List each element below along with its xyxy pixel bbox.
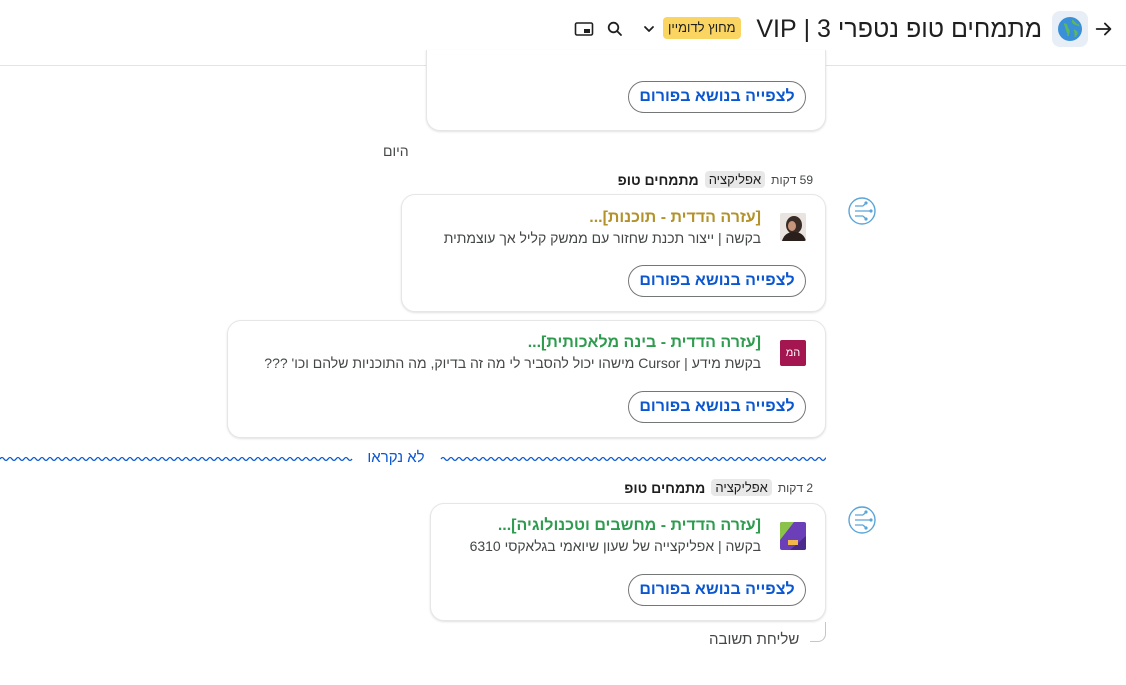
chevron-down-icon: [644, 26, 654, 32]
search-button[interactable]: [603, 17, 627, 41]
post-card: [עזרה הדדית - מחשבים וטכנולוגיה]... בקשה…: [430, 503, 826, 621]
message-time: 2 דקות: [777, 480, 813, 495]
picture-in-picture-icon: [574, 22, 594, 36]
space-title[interactable]: מתמחים טופ נטפרי 3 | VIP: [756, 13, 1042, 45]
message-header: מתמחים טופ אפליקציה 59 דקות: [618, 171, 813, 188]
view-in-forum-button[interactable]: לצפייה בנושא בפורום: [628, 81, 806, 113]
post-title[interactable]: [עזרה הדדית - מחשבים וטכנולוגיה]...: [498, 517, 761, 535]
post-card: [עזרה הדדית - תוכנות]... בקשה | ייצור תכ…: [401, 194, 826, 312]
post-title[interactable]: [עזרה הדדית - תוכנות]...: [589, 209, 761, 227]
bot-avatar-icon[interactable]: [846, 504, 878, 536]
search-icon: [607, 21, 622, 36]
unread-label: לא נקראו: [356, 448, 436, 468]
reply-button[interactable]: שליחת תשובה: [709, 631, 799, 648]
post-description: בקשה | ייצור תכנת שחזור עם ממשק קליל אך …: [443, 230, 761, 246]
message-header: מתמחים טופ אפליקציה 2 דקות: [624, 479, 813, 496]
view-in-forum-button[interactable]: לצפייה בנושא בפורום: [628, 574, 806, 606]
post-thumbnail: [780, 522, 806, 550]
bot-avatar-icon[interactable]: [846, 195, 878, 227]
view-in-forum-button[interactable]: לצפייה בנושא בפורום: [628, 391, 806, 423]
post-card: לצפייה בנושא בפורום: [426, 50, 826, 131]
post-description: בקשת מידע | Cursor מישהו יכול להסביר לי …: [264, 355, 761, 371]
message-time: 59 דקות: [771, 172, 813, 187]
arrow-back-icon: [1095, 22, 1112, 36]
space-menu-toggle[interactable]: [637, 17, 661, 41]
day-divider: היום: [383, 143, 409, 159]
space-avatar[interactable]: [1052, 11, 1088, 47]
post-title[interactable]: [עזרה הדדית - בינה מלאכותית]...: [528, 334, 761, 352]
pop-out-button[interactable]: [572, 17, 596, 41]
app-badge: אפליקציה: [704, 171, 766, 188]
post-thumbnail: [780, 213, 806, 241]
view-in-forum-button[interactable]: לצפייה בנושא בפורום: [628, 265, 806, 297]
globe-icon: [1058, 17, 1082, 41]
post-thumbnail: המ: [780, 340, 806, 366]
back-button[interactable]: [1086, 11, 1122, 47]
sender-name[interactable]: מתמחים טופ: [618, 172, 699, 188]
external-domain-badge: מחוץ לדומיין: [663, 17, 741, 39]
post-card: המ [עזרה הדדית - בינה מלאכותית]... בקשת …: [227, 320, 826, 438]
unread-divider: לא נקראו: [0, 448, 826, 470]
thread-connector: [810, 622, 826, 642]
app-badge: אפליקציה: [711, 479, 772, 496]
sender-name[interactable]: מתמחים טופ: [624, 480, 705, 496]
post-description: בקשה | אפליקצייה של שעון שיואמי בגלאקסי …: [469, 538, 761, 554]
